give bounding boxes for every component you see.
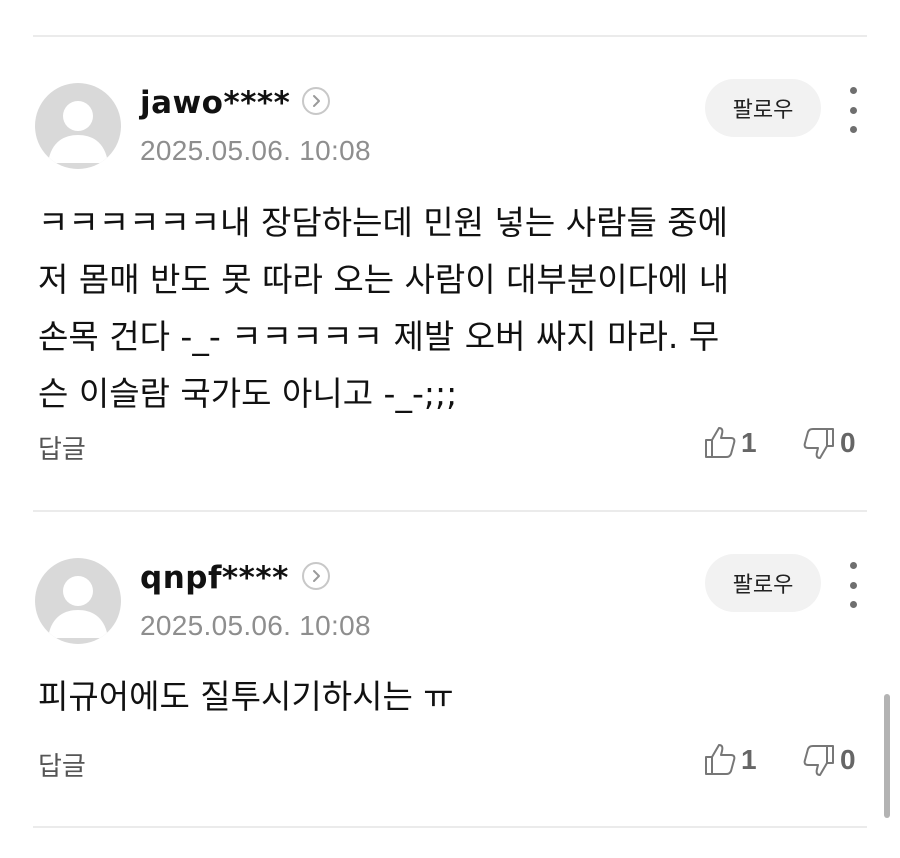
dislike-button[interactable]: 0 — [802, 425, 856, 461]
username[interactable]: jawo**** — [140, 85, 290, 121]
like-button[interactable]: 1 — [703, 742, 757, 778]
comment-item: qnpf**** 2025.05.06. 10:08 팔로우 피규어에도 질투시… — [0, 554, 900, 798]
username[interactable]: qnpf**** — [140, 560, 289, 596]
divider — [33, 826, 867, 828]
more-vertical-icon[interactable] — [838, 562, 868, 608]
reply-button[interactable]: 답글 — [38, 746, 86, 783]
default-avatar-icon — [48, 576, 108, 638]
follow-button[interactable]: 팔로우 — [705, 554, 821, 612]
thumbs-up-icon — [705, 427, 736, 458]
scrollbar[interactable] — [884, 694, 890, 818]
dislike-count: 0 — [840, 744, 856, 775]
comment-item: jawo**** 2025.05.06. 10:08 팔로우 ㅋㅋㅋㅋㅋㅋ내 장… — [0, 79, 900, 483]
default-avatar-icon — [48, 101, 108, 163]
like-count: 1 — [741, 744, 757, 775]
like-count: 1 — [741, 427, 757, 458]
timestamp: 2025.05.06. 10:08 — [140, 610, 371, 641]
divider — [33, 510, 867, 512]
reply-button[interactable]: 답글 — [38, 429, 86, 466]
dislike-count: 0 — [840, 427, 856, 458]
avatar[interactable] — [35, 83, 121, 169]
divider — [33, 35, 867, 37]
more-vertical-icon[interactable] — [838, 87, 868, 133]
comment-text: ㅋㅋㅋㅋㅋㅋ내 장담하는데 민원 넣는 사람들 중에 저 몸매 반도 못 따라 … — [38, 203, 730, 413]
avatar[interactable] — [35, 558, 121, 644]
dislike-button[interactable]: 0 — [802, 742, 856, 778]
chevron-right-icon[interactable] — [302, 562, 330, 590]
thumbs-down-icon — [803, 745, 834, 776]
like-button[interactable]: 1 — [703, 425, 757, 461]
comment-text: 피규어에도 질투시기하시는 ㅠ — [38, 677, 454, 716]
follow-button[interactable]: 팔로우 — [705, 79, 821, 137]
chevron-right-icon[interactable] — [302, 87, 330, 115]
thumbs-down-icon — [803, 428, 834, 459]
timestamp: 2025.05.06. 10:08 — [140, 135, 371, 166]
thumbs-up-icon — [705, 744, 736, 775]
